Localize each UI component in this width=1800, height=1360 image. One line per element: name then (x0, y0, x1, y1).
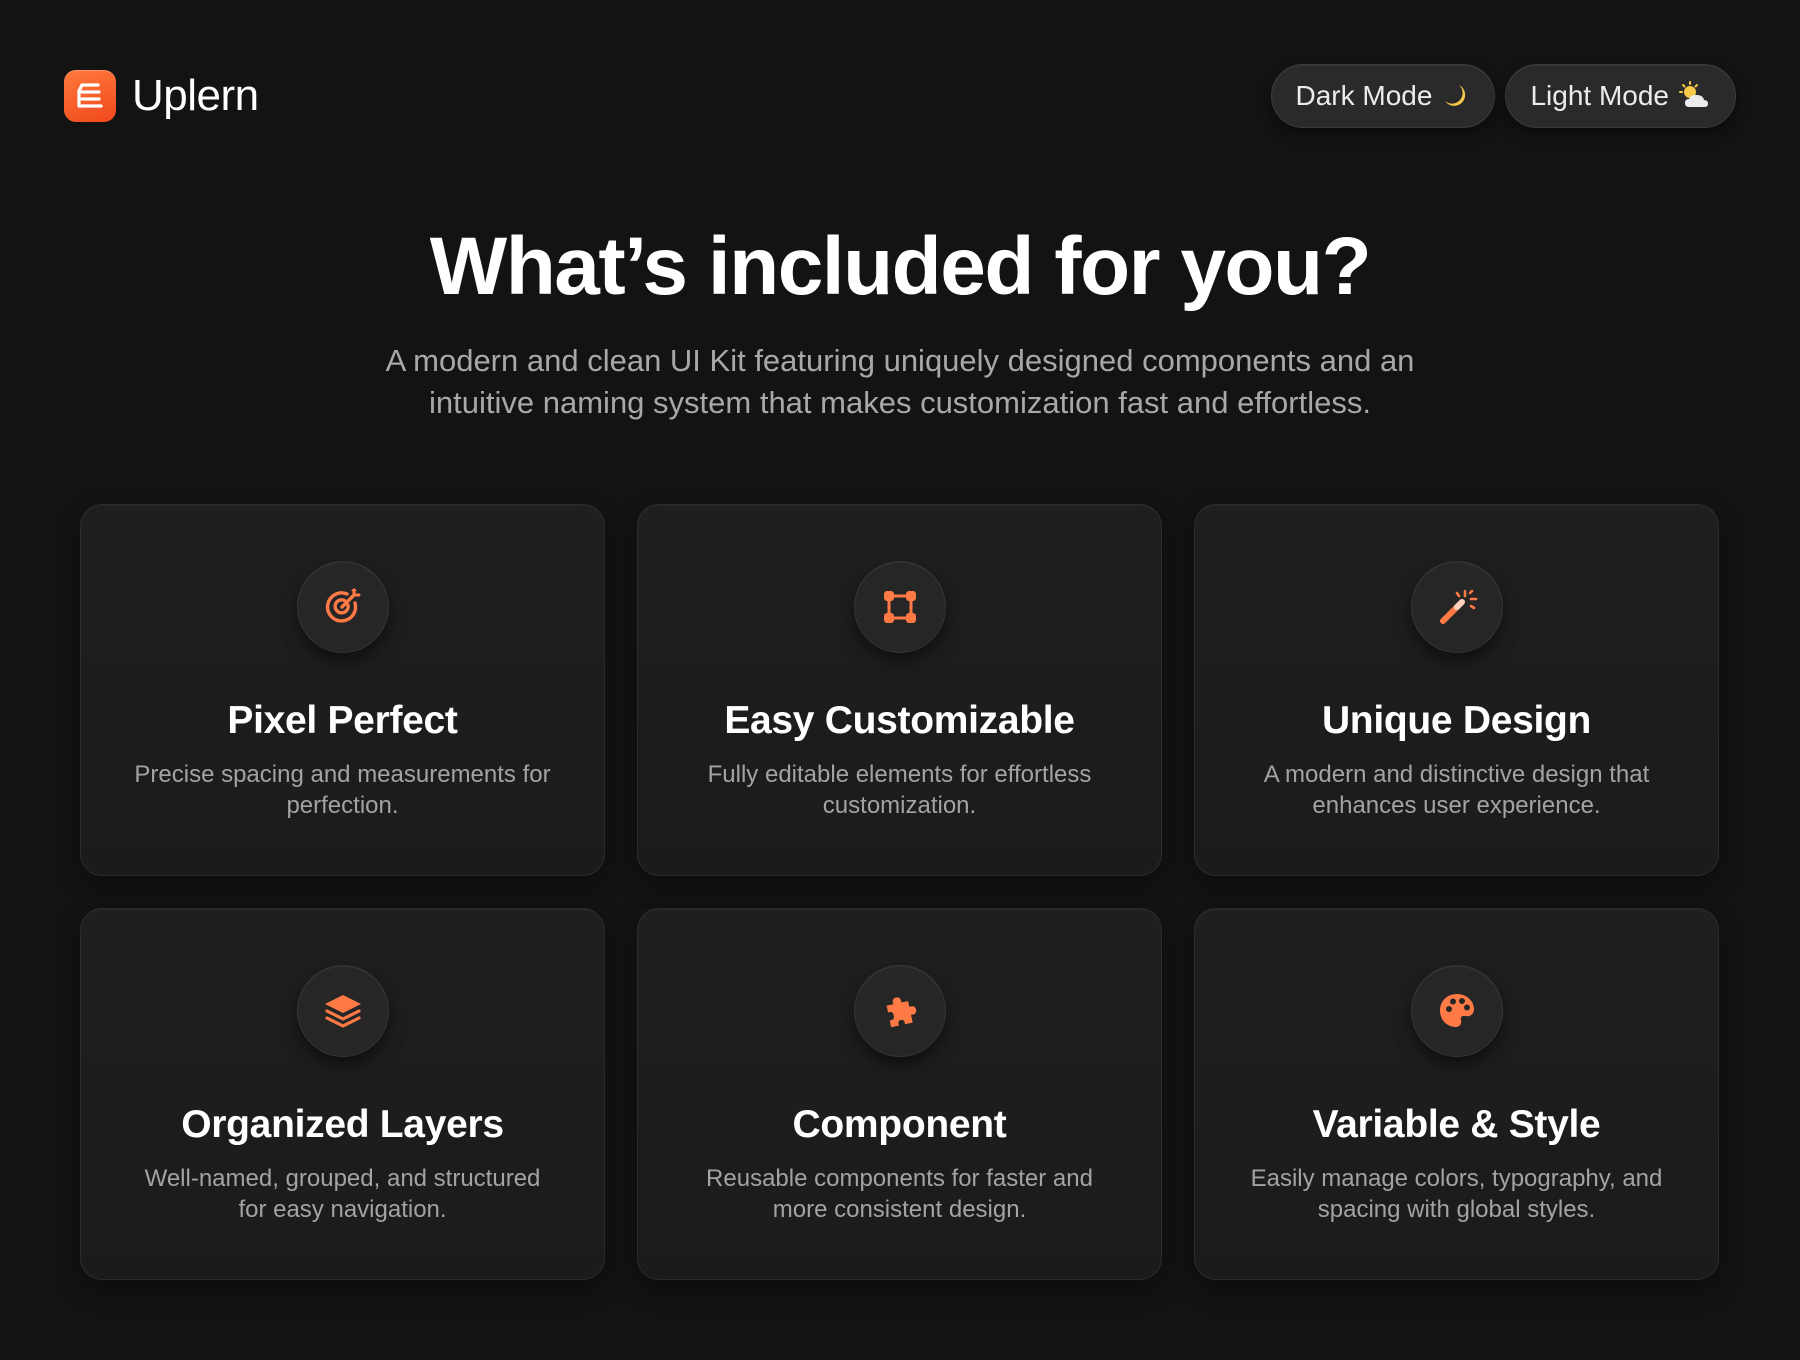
feature-title: Component (792, 1103, 1007, 1146)
feature-card-variable-style: Variable & Style Easily manage colors, t… (1194, 908, 1719, 1280)
feature-description: Easily manage colors, typography, and sp… (1250, 1165, 1663, 1223)
magic-wand-icon (1410, 561, 1503, 653)
feature-card-unique-design: Unique Design A modern and distinctive d… (1194, 504, 1719, 876)
feature-card-easy-customizable: Easy Customizable Fully editable element… (637, 504, 1162, 876)
feature-title: Pixel Perfect (227, 699, 458, 742)
brand-name: Uplern (132, 71, 259, 120)
theme-toggle-group: Dark Mode Light Mode (1270, 64, 1736, 128)
feature-description: Well-named, grouped, and structured for … (144, 1165, 541, 1223)
feature-description: Precise spacing and measurements for per… (134, 761, 551, 819)
feature-description: Reusable components for faster and more … (706, 1165, 1093, 1223)
feature-title: Variable & Style (1312, 1103, 1601, 1146)
feature-card-component: Component Reusable components for faster… (637, 908, 1162, 1280)
stacked-lines-logo-icon (64, 70, 116, 122)
feature-grid: Pixel Perfect Precise spacing and measur… (80, 504, 1719, 1280)
palette-icon (1410, 965, 1503, 1057)
page-title: What’s included for you? (429, 221, 1372, 312)
layers-icon (296, 965, 389, 1057)
puzzle-icon (853, 965, 946, 1057)
feature-title: Easy Customizable (724, 699, 1075, 742)
feature-description: Fully editable elements for effortless c… (707, 761, 1092, 819)
dark-mode-label: Dark Mode (1295, 80, 1433, 111)
moon-icon (1440, 81, 1470, 111)
feature-description: A modern and distinctive design that enh… (1263, 761, 1650, 819)
vector-square-icon (853, 561, 946, 653)
feature-title: Organized Layers (181, 1103, 504, 1146)
dark-mode-button[interactable]: Dark Mode (1270, 64, 1496, 128)
feature-card-organized-layers: Organized Layers Well-named, grouped, an… (80, 908, 605, 1280)
light-mode-label: Light Mode (1530, 80, 1669, 111)
page: Uplern Dark Mode Light Mode What’s inclu… (0, 0, 1800, 1360)
target-icon (296, 561, 389, 653)
page-subtitle: A modern and clean UI Kit featuring uniq… (385, 343, 1415, 420)
sun-cloud-icon (1677, 81, 1711, 111)
feature-title: Unique Design (1321, 699, 1592, 742)
light-mode-button[interactable]: Light Mode (1505, 64, 1736, 128)
feature-card-pixel-perfect: Pixel Perfect Precise spacing and measur… (80, 504, 605, 876)
brand[interactable]: Uplern (64, 70, 259, 122)
